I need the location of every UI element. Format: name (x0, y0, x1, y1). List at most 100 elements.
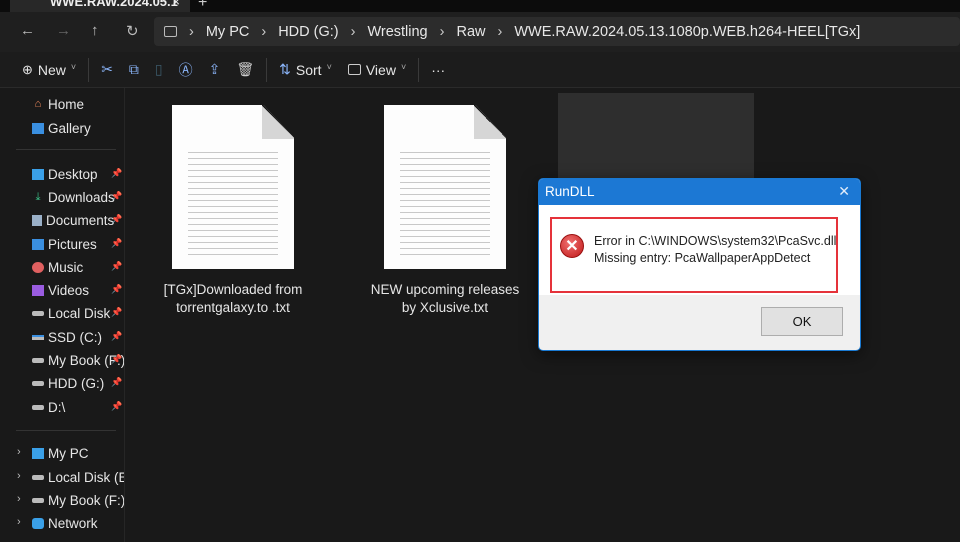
close-icon[interactable]: ✕ (838, 183, 850, 200)
pin-icon[interactable]: 📌 (111, 168, 122, 179)
rename-icon: Ⓐ (178, 61, 193, 78)
command-bar: ⊕ New ˅ ✂ ⧉ ▯ Ⓐ ⇪ 🗑 ⇅ Sort ˅ View ˅ ··· (0, 52, 960, 88)
divider (88, 57, 90, 82)
ok-button[interactable]: OK (761, 307, 843, 336)
drive-icon (32, 334, 44, 340)
label: Local Disk (48, 305, 111, 321)
label: Music (48, 259, 84, 275)
chevron-right-icon: › (189, 23, 194, 40)
sort-icon: ⇅ (279, 61, 291, 77)
label: Local Disk (E:) (48, 469, 124, 485)
gallery-icon (32, 122, 44, 134)
share-icon: ⇪ (208, 61, 221, 77)
error-dialog: RunDLL ✕ ✕ Error in C:\WINDOWS\system32\P… (538, 178, 861, 351)
file-name: [TGx]Downloaded from torrentgalaxy.to .t… (163, 282, 303, 315)
new-label: New (37, 61, 66, 78)
label: My Book (F:) (48, 492, 124, 508)
file-item[interactable]: NEW upcoming releases by Xclusive.txt (370, 105, 520, 317)
breadcrumb-item[interactable]: WWE.RAW.2024.05.13.1080p.WEB.h264-HEEL[T… (514, 24, 860, 40)
more-options-button[interactable]: ··· (423, 55, 453, 85)
download-icon: ⤓ (35, 190, 41, 203)
documents-icon (32, 214, 42, 226)
tab-title: WWE.RAW.2024.05.1 (50, 0, 178, 9)
label: Network (48, 515, 98, 531)
divider (16, 149, 116, 150)
navigation-pane: ⌂ Home Gallery Desktop ⤓ Downloads Documen… (0, 88, 125, 542)
sidebar-item-gallery[interactable]: Gallery (32, 118, 124, 138)
label: Home (48, 96, 85, 112)
label: Downloads (48, 189, 115, 205)
copy-button[interactable]: ⧉ (121, 55, 147, 85)
view-button[interactable]: View ˅ (340, 55, 414, 85)
label: HDD (G:) (48, 375, 105, 391)
view-label: View (365, 61, 396, 78)
pin-icon[interactable]: 📌 (111, 191, 122, 202)
chevron-right-icon: › (439, 23, 445, 40)
rename-button[interactable]: Ⓐ (171, 55, 201, 85)
label: SSD (C:) (48, 329, 102, 345)
breadcrumb-item[interactable]: HDD (G:) (278, 24, 338, 40)
copy-icon: ⧉ (128, 61, 139, 77)
drive-icon (32, 310, 44, 316)
drive-icon (32, 497, 44, 503)
close-tab-button[interactable]: × (172, 0, 180, 9)
back-button[interactable]: ← (20, 22, 35, 39)
pin-icon[interactable]: 📌 (111, 401, 122, 412)
trash-icon: 🗑 (236, 61, 255, 77)
sidebar-item-home[interactable]: ⌂ Home (32, 94, 124, 114)
pin-icon[interactable]: 📌 (111, 261, 122, 272)
pin-icon[interactable]: 📌 (111, 238, 122, 249)
pin-icon[interactable]: 📌 (111, 331, 122, 342)
expand-chevron-icon[interactable]: › (17, 470, 21, 482)
sidebar-item-my-book-f[interactable]: My Book (F:) (32, 490, 124, 510)
home-icon: ⌂ (34, 97, 42, 110)
dialog-title-bar: RunDLL ✕ (539, 179, 860, 205)
chevron-right-icon: › (350, 23, 356, 40)
drive-icon (32, 474, 44, 480)
new-tab-button[interactable]: + (198, 0, 207, 12)
expand-chevron-icon[interactable]: › (17, 493, 21, 505)
refresh-button[interactable]: ↻ (126, 22, 139, 40)
plus-circle-icon: ⊕ (22, 61, 33, 77)
text-file-icon (172, 105, 294, 269)
share-button[interactable]: ⇪ (201, 55, 229, 85)
up-button[interactable]: ↑ (91, 22, 99, 39)
expand-chevron-icon[interactable]: › (17, 446, 21, 458)
pin-icon[interactable]: 📌 (111, 354, 122, 365)
address-bar[interactable]: › My PC › HDD (G:) › Wrestling › Raw › WWE.R… (154, 17, 960, 46)
breadcrumb-item[interactable]: Wrestling (367, 24, 427, 40)
breadcrumb-item[interactable]: My PC (206, 24, 250, 40)
file-thumbnail[interactable] (558, 93, 754, 187)
sidebar-item-local-disk-e[interactable]: Local Disk (E:) (32, 467, 124, 487)
music-icon (32, 261, 44, 273)
paste-button[interactable]: ▯ (147, 55, 171, 85)
label: My PC (48, 445, 89, 461)
paste-icon: ▯ (154, 61, 163, 77)
error-message: Error in C:\WINDOWS\system32\PcaSvc.dll M… (594, 233, 836, 267)
sort-button[interactable]: ⇅ Sort ˅ (271, 55, 340, 85)
sidebar-item-network[interactable]: Network (32, 513, 124, 533)
error-icon: ✕ (560, 234, 584, 258)
tab-current-folder[interactable]: WWE.RAW.2024.05.1 × (10, 0, 190, 12)
divider (418, 57, 420, 82)
drive-icon (32, 380, 44, 386)
expand-chevron-icon[interactable]: › (17, 516, 21, 528)
label: D:\ (48, 399, 66, 415)
pin-icon[interactable]: 📌 (111, 214, 122, 225)
pin-icon[interactable]: 📌 (111, 284, 122, 295)
forward-button[interactable]: → (56, 22, 71, 39)
breadcrumb-item[interactable]: Raw (456, 24, 485, 40)
delete-button[interactable]: 🗑 (228, 55, 262, 85)
desktop-icon (32, 168, 44, 180)
pin-icon[interactable]: 📌 (111, 377, 122, 388)
chevron-down-icon: ˅ (400, 61, 407, 72)
file-item[interactable]: [TGx]Downloaded from torrentgalaxy.to .t… (158, 105, 308, 317)
dialog-body: ✕ Error in C:\WINDOWS\system32\PcaSvc.dl… (539, 205, 860, 295)
sidebar-item-my-pc[interactable]: My PC (32, 443, 124, 463)
dialog-title: RunDLL (545, 184, 595, 199)
divider (266, 57, 268, 82)
cut-button[interactable]: ✂ (93, 55, 121, 85)
new-button[interactable]: ⊕ New ˅ (14, 55, 84, 85)
pin-icon[interactable]: 📌 (111, 307, 122, 318)
network-icon (32, 517, 44, 529)
